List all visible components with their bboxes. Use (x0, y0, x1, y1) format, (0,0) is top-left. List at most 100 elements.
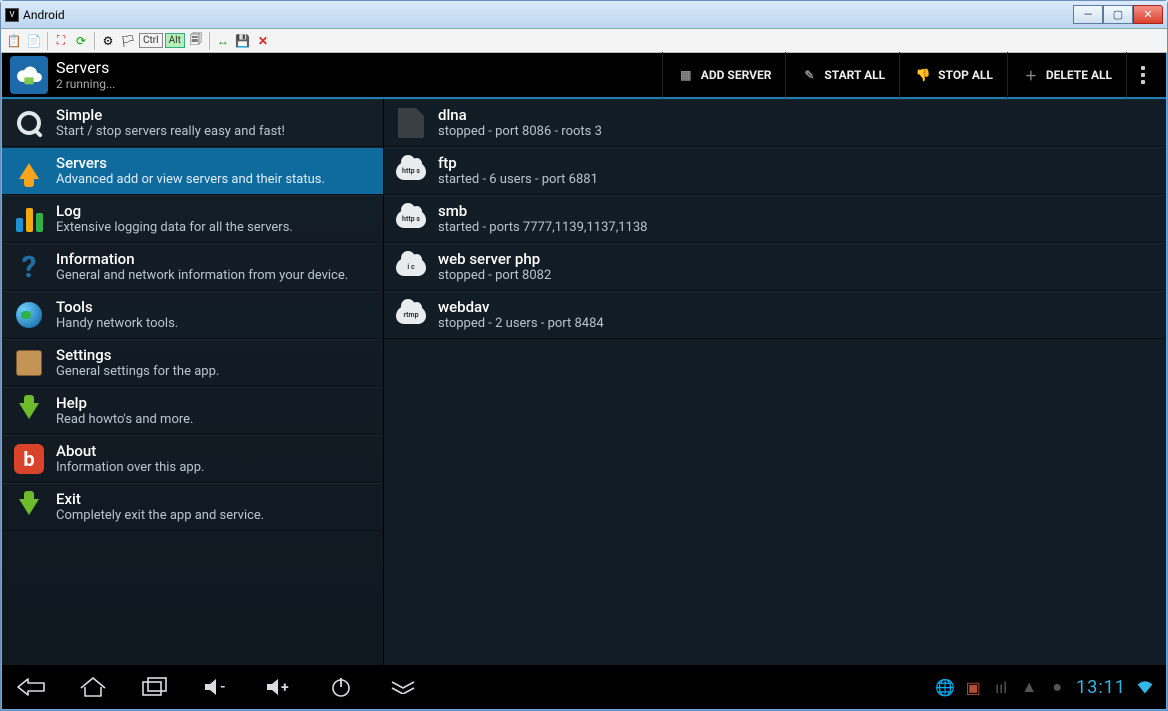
sidebar-item-sub: General and network information from you… (56, 268, 373, 284)
toolbar-copy-icon[interactable]: 🗐 (187, 32, 205, 50)
cloud-icon: http s (394, 202, 428, 236)
server-name: ftp (438, 154, 1156, 172)
overflow-menu-icon (1141, 66, 1145, 84)
toolbar-ctrl-key[interactable]: Ctrl (139, 33, 163, 48)
cloud-icon: http s (394, 154, 428, 188)
sidebar-item-title: Simple (56, 106, 373, 124)
maximize-button[interactable]: ▢ (1103, 5, 1133, 24)
sidebar-item-settings[interactable]: Settings General settings for the app. (2, 339, 383, 387)
overflow-menu-button[interactable] (1126, 52, 1158, 98)
toolbar-clipboard-out-icon[interactable]: 📄 (25, 32, 43, 50)
status-area[interactable]: 🌐 ▣ ııl ▲ ● 13:11 (936, 677, 1154, 698)
server-name: smb (438, 202, 1156, 220)
toolbar-transfer-icon[interactable]: ↔ (214, 32, 232, 50)
vnc-toolbar: 📋 📄 ⛶ ⟳ ⚙ 🏳 Ctrl Alt 🗐 ↔ 💾 ✕ (1, 29, 1167, 53)
server-status: stopped - 2 users - port 8484 (438, 316, 1156, 332)
wifi-icon (1136, 678, 1154, 696)
window-buttons: — ▢ ✕ (1073, 5, 1163, 24)
vnc-icon: V (5, 8, 19, 22)
home-button[interactable] (76, 670, 110, 704)
server-name: dlna (438, 106, 1156, 124)
start-all-button[interactable]: ✎ START ALL (785, 52, 899, 98)
app-logo-icon[interactable] (10, 56, 48, 94)
server-item-php[interactable]: i c web server php stopped - port 8082 (384, 243, 1166, 291)
sidebar-item-simple[interactable]: Simple Start / stop servers really easy … (2, 99, 383, 147)
toolbar-refresh-icon[interactable]: ⟳ (72, 32, 90, 50)
close-button[interactable]: ✕ (1133, 5, 1163, 24)
delete-all-label: DELETE ALL (1046, 68, 1112, 82)
settings-icon (12, 346, 46, 380)
window-titlebar[interactable]: V Android — ▢ ✕ (1, 1, 1167, 29)
sidebar-item-sub: Advanced add or view servers and their s… (56, 172, 373, 188)
toolbar-altenter-icon[interactable]: 🏳 (119, 32, 137, 50)
sidebar-item-help[interactable]: Help Read howto's and more. (2, 387, 383, 435)
sidebar-item-title: Settings (56, 346, 373, 364)
cloud-badge: i c (396, 263, 426, 271)
app-header: Servers 2 running... ▦ ADD SERVER ✎ STAR… (2, 53, 1166, 99)
toolbar-fullscreen-icon[interactable]: ⛶ (52, 32, 70, 50)
minimize-button[interactable]: — (1073, 5, 1103, 24)
add-server-label: ADD SERVER (701, 68, 772, 82)
sidebar-item-sub: General settings for the app. (56, 364, 373, 380)
power-button[interactable] (324, 670, 358, 704)
server-status: stopped - port 8086 - roots 3 (438, 124, 1156, 140)
svg-text:-: - (220, 679, 226, 695)
add-icon: ▦ (677, 66, 695, 84)
sidebar-item-information[interactable]: ? Information General and network inform… (2, 243, 383, 291)
sidebar-item-title: Help (56, 394, 373, 412)
volume-down-button[interactable]: - (200, 670, 234, 704)
delete-all-button[interactable]: ＋ DELETE ALL (1007, 52, 1126, 98)
vnc-window: V Android — ▢ ✕ 📋 📄 ⛶ ⟳ ⚙ 🏳 Ctrl Alt 🗐 ↔… (0, 0, 1168, 711)
header-actions: ▦ ADD SERVER ✎ START ALL 👎 STOP ALL ＋ DE… (662, 52, 1158, 98)
expand-button[interactable] (386, 670, 420, 704)
sidebar-item-tools[interactable]: Tools Handy network tools. (2, 291, 383, 339)
toolbar-separator (47, 32, 48, 50)
status-dot-icon: ● (1048, 678, 1066, 696)
stop-icon: 👎 (914, 66, 932, 84)
toolbar-cad-icon[interactable]: ⚙ (99, 32, 117, 50)
sidebar-item-title: Exit (56, 490, 373, 508)
app-body: Simple Start / stop servers really easy … (2, 99, 1166, 665)
stop-all-button[interactable]: 👎 STOP ALL (899, 52, 1007, 98)
server-name: webdav (438, 298, 1156, 316)
about-icon: b (12, 442, 46, 476)
back-button[interactable] (14, 670, 48, 704)
cloud-icon: i c (394, 250, 428, 284)
sidebar-item-title: Servers (56, 154, 373, 172)
toolbar-alt-key[interactable]: Alt (165, 33, 185, 48)
sidebar-item-servers[interactable]: Servers Advanced add or view servers and… (2, 147, 383, 195)
toolbar-clipboard-in-icon[interactable]: 📋 (5, 32, 23, 50)
sidebar-item-about[interactable]: b About Information over this app. (2, 435, 383, 483)
toolbar-save-icon[interactable]: 💾 (234, 32, 252, 50)
sidebar-item-sub: Extensive logging data for all the serve… (56, 220, 373, 236)
server-item-dlna[interactable]: dlna stopped - port 8086 - roots 3 (384, 99, 1166, 147)
sidebar: Simple Start / stop servers really easy … (2, 99, 384, 665)
cloud-badge: rtmp (396, 311, 426, 319)
tools-icon (12, 298, 46, 332)
server-status: started - ports 7777,1139,1137,1138 (438, 220, 1156, 236)
android-screen: Servers 2 running... ▦ ADD SERVER ✎ STAR… (1, 53, 1167, 710)
sidebar-item-exit[interactable]: Exit Completely exit the app and service… (2, 483, 383, 531)
app-subtitle: 2 running... (56, 77, 662, 91)
status-globe-icon: 🌐 (936, 678, 954, 696)
toolbar-separator (94, 32, 95, 50)
status-android-icon: ▲ (1020, 678, 1038, 696)
start-icon: ✎ (800, 66, 818, 84)
server-status: started - 6 users - port 6881 (438, 172, 1156, 188)
log-icon (12, 202, 46, 236)
sidebar-item-log[interactable]: Log Extensive logging data for all the s… (2, 195, 383, 243)
toolbar-disconnect-icon[interactable]: ✕ (254, 32, 272, 50)
sidebar-item-title: About (56, 442, 373, 460)
window-title-text: Android (23, 8, 65, 22)
add-server-button[interactable]: ▦ ADD SERVER (662, 52, 786, 98)
app-title: Servers (56, 59, 662, 77)
recent-apps-button[interactable] (138, 670, 172, 704)
cloud-badge: http s (396, 215, 426, 223)
sidebar-item-sub: Completely exit the app and service. (56, 508, 373, 524)
server-item-webdav[interactable]: rtmp webdav stopped - 2 users - port 848… (384, 291, 1166, 339)
simple-icon (12, 106, 46, 140)
volume-up-button[interactable]: + (262, 670, 296, 704)
server-list: dlna stopped - port 8086 - roots 3 http … (384, 99, 1166, 665)
server-item-ftp[interactable]: http s ftp started - 6 users - port 6881 (384, 147, 1166, 195)
server-item-smb[interactable]: http s smb started - ports 7777,1139,113… (384, 195, 1166, 243)
